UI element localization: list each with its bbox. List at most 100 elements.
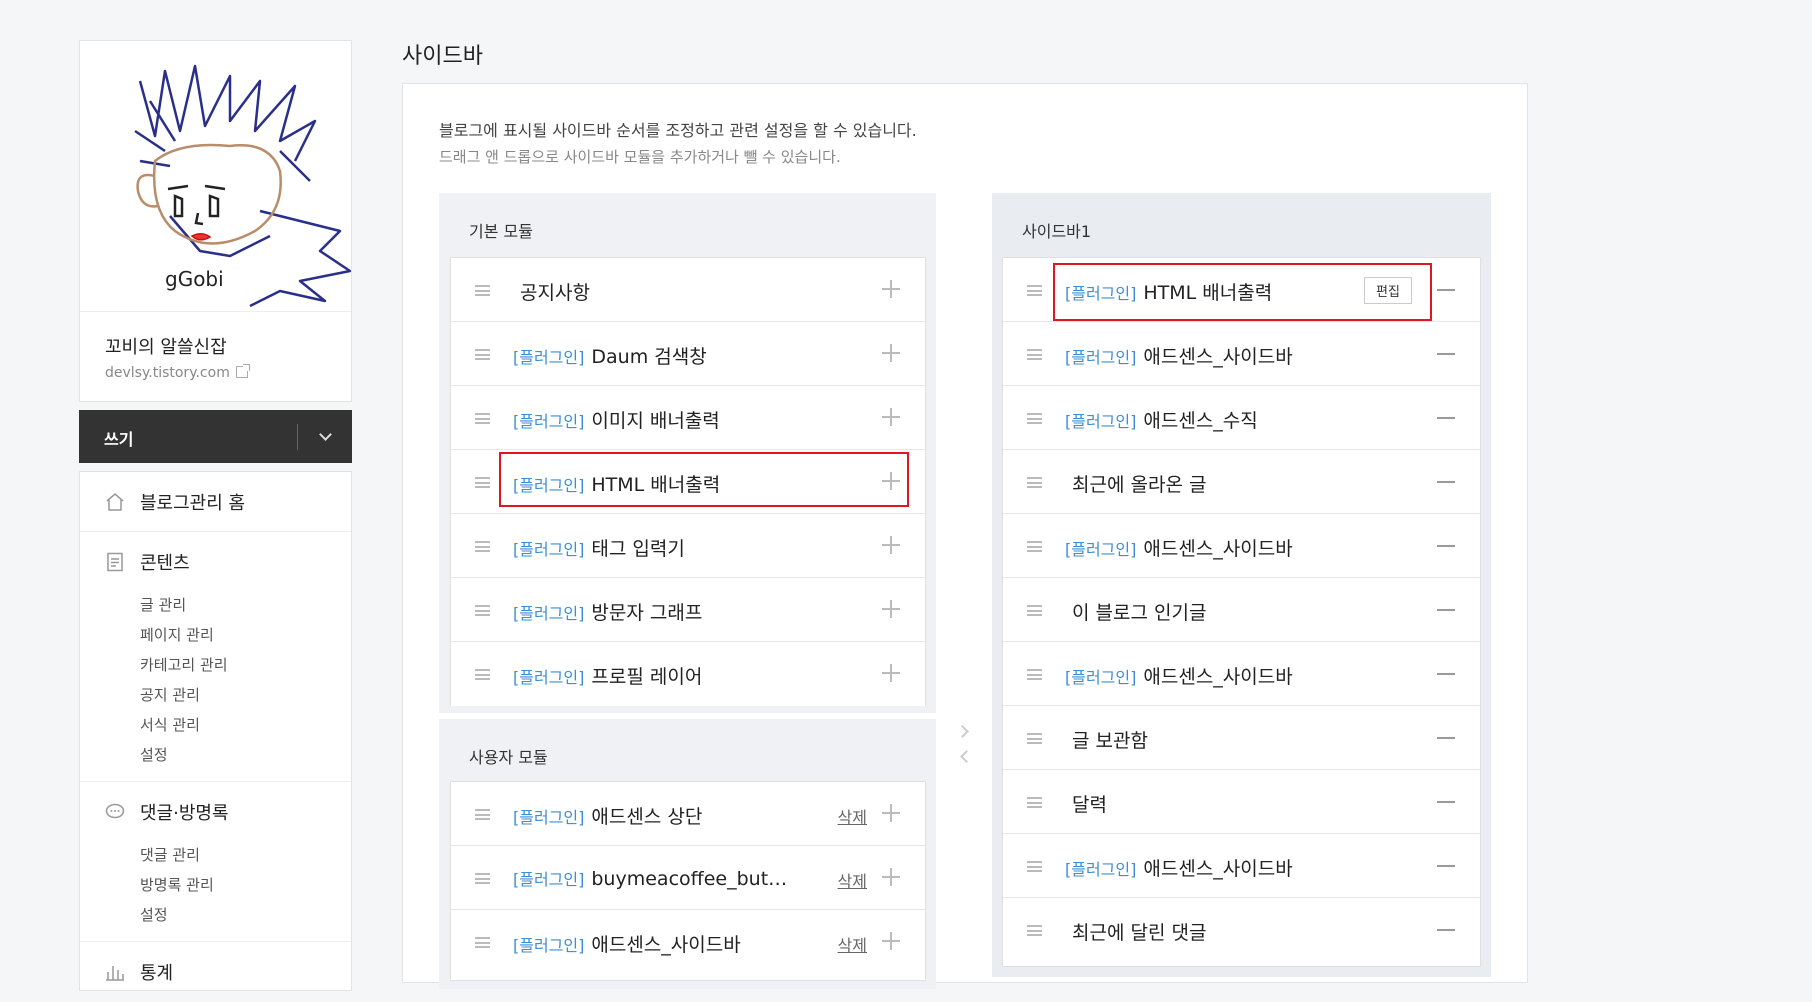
- sidebar-module-row[interactable]: [플러그인] 애드센스_수직: [1003, 386, 1480, 450]
- sidebar-module-row[interactable]: [플러그인] 애드센스_사이드바: [1003, 834, 1480, 898]
- module-row[interactable]: [플러그인] HTML 배너출력: [451, 450, 925, 514]
- module-row[interactable]: 공지사항: [451, 258, 925, 322]
- drag-handle-icon[interactable]: [1027, 733, 1042, 744]
- module-row[interactable]: [플러그인] 프로필 레이어: [451, 642, 925, 706]
- drag-handle-icon[interactable]: [475, 873, 490, 884]
- module-row[interactable]: [플러그인] buymeacoffee_but… 삭제: [451, 846, 925, 910]
- remove-module-button[interactable]: [1437, 417, 1455, 419]
- plugin-tag: [플러그인]: [1065, 668, 1137, 687]
- module-row[interactable]: [플러그인] 방문자 그래프: [451, 578, 925, 642]
- delete-module-link[interactable]: 삭제: [838, 868, 867, 892]
- blog-url-link[interactable]: devlsy.tistory.com: [105, 364, 250, 381]
- remove-module-button[interactable]: [1437, 481, 1455, 483]
- add-module-button[interactable]: [882, 664, 900, 682]
- menu-item-home[interactable]: 블로그관리 홈: [80, 472, 351, 532]
- drag-handle-icon[interactable]: [1027, 477, 1042, 488]
- menu-stats-title[interactable]: 통계: [140, 959, 173, 985]
- drag-handle-icon[interactable]: [475, 413, 490, 424]
- remove-module-button[interactable]: [1437, 673, 1455, 675]
- menu-section-stats: 통계: [80, 942, 351, 1002]
- module-row[interactable]: [플러그인] 애드센스 상단 삭제: [451, 782, 925, 846]
- add-module-button[interactable]: [882, 932, 900, 950]
- add-module-button[interactable]: [882, 600, 900, 618]
- avatar[interactable]: gGobi: [80, 41, 351, 312]
- drag-handle-icon[interactable]: [475, 541, 490, 552]
- sidebar-module-row[interactable]: [플러그인] 애드센스_사이드바: [1003, 322, 1480, 386]
- remove-module-button[interactable]: [1437, 737, 1455, 739]
- remove-module-button[interactable]: [1437, 609, 1455, 611]
- remove-module-button[interactable]: [1437, 289, 1455, 291]
- module-row[interactable]: [플러그인] 애드센스_사이드바 삭제: [451, 910, 925, 974]
- drag-handle-icon[interactable]: [475, 669, 490, 680]
- module-name: [플러그인] 애드센스_사이드바: [1065, 534, 1293, 561]
- menu-comments-title[interactable]: 댓글·방명록: [140, 799, 229, 825]
- add-module-button[interactable]: [882, 344, 900, 362]
- add-module-button[interactable]: [882, 472, 900, 490]
- remove-module-button[interactable]: [1437, 353, 1455, 355]
- plugin-tag: [플러그인]: [1065, 412, 1137, 431]
- sidebar-module-row[interactable]: 최근에 달린 댓글: [1003, 898, 1480, 962]
- drag-handle-icon[interactable]: [1027, 349, 1042, 360]
- menu-sub-item[interactable]: 방명록 관리: [140, 874, 214, 895]
- drag-handle-icon[interactable]: [1027, 797, 1042, 808]
- drag-handle-icon[interactable]: [475, 809, 490, 820]
- edit-module-button[interactable]: 편집: [1364, 277, 1412, 304]
- sidebar-module-row[interactable]: 달력: [1003, 770, 1480, 834]
- drag-handle-icon[interactable]: [475, 349, 490, 360]
- drag-handle-icon[interactable]: [475, 285, 490, 296]
- menu-sub-item[interactable]: 공지 관리: [140, 684, 200, 705]
- write-button[interactable]: 쓰기: [104, 426, 133, 450]
- drag-handle-icon[interactable]: [1027, 285, 1042, 296]
- menu-home-label[interactable]: 블로그관리 홈: [140, 489, 245, 515]
- remove-module-button[interactable]: [1437, 801, 1455, 803]
- remove-module-button[interactable]: [1437, 929, 1455, 931]
- drag-handle-icon[interactable]: [1027, 861, 1042, 872]
- drag-handle-icon[interactable]: [1027, 669, 1042, 680]
- module-name: [플러그인] HTML 배너출력: [1065, 278, 1272, 305]
- module-name: [플러그인] 프로필 레이어: [513, 662, 702, 689]
- menu-contents-title[interactable]: 콘텐츠: [140, 549, 190, 575]
- sidebar-module-row[interactable]: [플러그인] 애드센스_사이드바: [1003, 514, 1480, 578]
- add-module-button[interactable]: [882, 280, 900, 298]
- drag-handle-icon[interactable]: [1027, 925, 1042, 936]
- drag-handle-icon[interactable]: [1027, 413, 1042, 424]
- sidebar-module-row[interactable]: 이 블로그 인기글: [1003, 578, 1480, 642]
- blog-name[interactable]: 꼬비의 알쓸신잡: [105, 333, 227, 359]
- drag-handle-icon[interactable]: [475, 937, 490, 948]
- write-dropdown-toggle[interactable]: [299, 410, 352, 463]
- sidebar-module-row[interactable]: [플러그인] 애드센스_사이드바: [1003, 642, 1480, 706]
- external-link-icon[interactable]: [235, 364, 250, 378]
- sidebar-module-row[interactable]: 글 보관함: [1003, 706, 1480, 770]
- page-title: 사이드바: [402, 44, 483, 69]
- menu-sub-item[interactable]: 설정: [140, 904, 168, 925]
- module-row[interactable]: [플러그인] Daum 검색창: [451, 322, 925, 386]
- menu-sub-item[interactable]: 페이지 관리: [140, 624, 214, 645]
- sidebar-module-row[interactable]: 최근에 올라온 글: [1003, 450, 1480, 514]
- module-row[interactable]: [플러그인] 태그 입력기: [451, 514, 925, 578]
- add-module-button[interactable]: [882, 408, 900, 426]
- add-module-button[interactable]: [882, 804, 900, 822]
- delete-module-link[interactable]: 삭제: [838, 804, 867, 828]
- module-label: 애드센스_사이드바: [1143, 538, 1293, 560]
- drag-handle-icon[interactable]: [1027, 541, 1042, 552]
- menu-sub-item[interactable]: 카테고리 관리: [140, 654, 228, 675]
- module-row[interactable]: [플러그인] 이미지 배너출력: [451, 386, 925, 450]
- drag-handle-icon[interactable]: [475, 605, 490, 616]
- menu-sub-item[interactable]: 설정: [140, 744, 168, 765]
- remove-module-button[interactable]: [1437, 865, 1455, 867]
- delete-module-link[interactable]: 삭제: [838, 932, 867, 956]
- sidebar-module-row[interactable]: [플러그인] HTML 배너출력 편집: [1003, 258, 1480, 322]
- menu-sub-item[interactable]: 서식 관리: [140, 714, 200, 735]
- drag-handle-icon[interactable]: [1027, 605, 1042, 616]
- remove-module-button[interactable]: [1437, 545, 1455, 547]
- plugin-tag: [플러그인]: [513, 476, 585, 495]
- drag-handle-icon[interactable]: [475, 477, 490, 488]
- module-label: 애드센스_사이드바: [1143, 666, 1293, 688]
- blog-url-text[interactable]: devlsy.tistory.com: [105, 365, 230, 381]
- module-label: 프로필 레이어: [591, 666, 703, 688]
- menu-sub-item[interactable]: 글 관리: [140, 594, 186, 615]
- add-module-button[interactable]: [882, 536, 900, 554]
- add-module-button[interactable]: [882, 868, 900, 886]
- menu-sub-item[interactable]: 댓글 관리: [140, 844, 200, 865]
- plugin-tag: [플러그인]: [513, 668, 585, 687]
